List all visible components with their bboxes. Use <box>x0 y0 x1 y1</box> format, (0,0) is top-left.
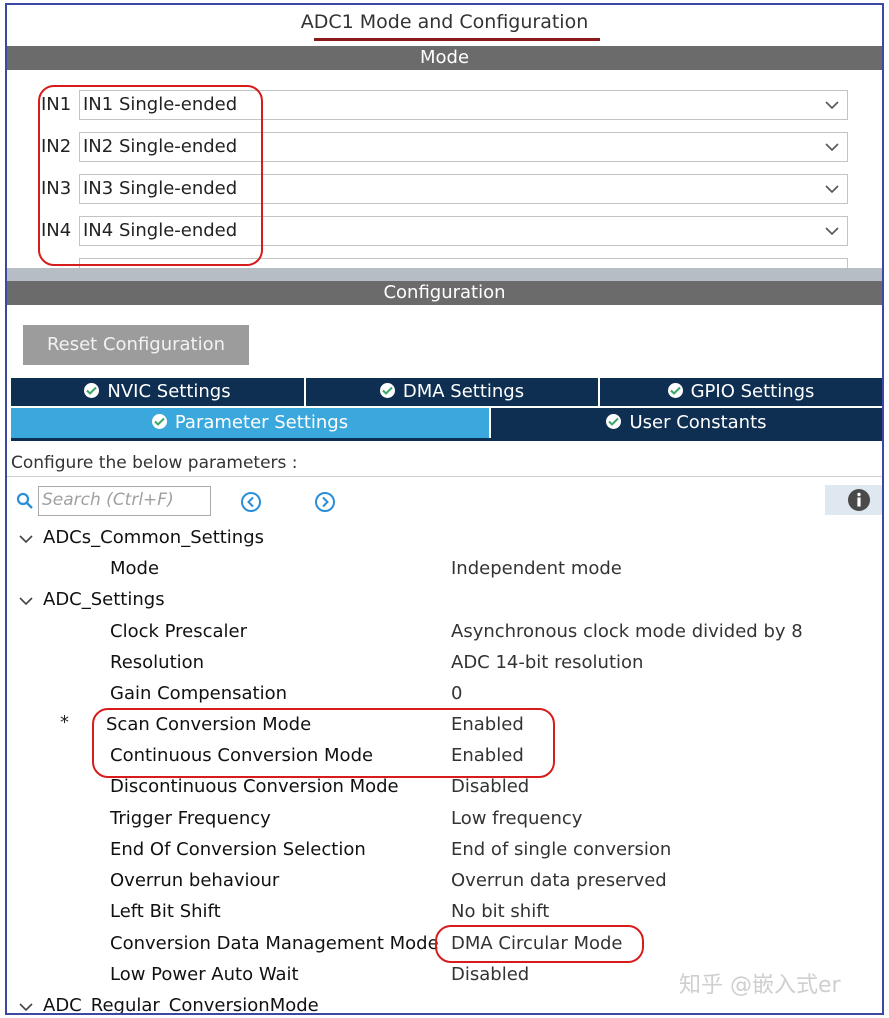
check-circle-icon <box>84 383 100 398</box>
param-value-trigger-frequency[interactable]: Low frequency <box>451 808 582 829</box>
param-value-clock-prescaler[interactable]: Asynchronous clock mode divided by 8 <box>451 621 803 642</box>
scrollbar[interactable] <box>882 525 884 1015</box>
param-value-overrun-behaviour[interactable]: Overrun data preserved <box>451 870 667 891</box>
tab-parameter-label: Parameter Settings <box>174 412 349 433</box>
chevron-down-icon[interactable] <box>19 533 33 545</box>
panel-title: ADC1 Mode and Configuration <box>300 11 589 33</box>
param-label-discontinuous-conversion-mode[interactable]: Discontinuous Conversion Mode <box>110 776 399 797</box>
tab-user-constants-label: User Constants <box>629 412 767 433</box>
param-value-gain-compensation[interactable]: 0 <box>451 683 462 704</box>
configure-hint: Configure the below parameters : <box>11 453 298 473</box>
annotation-circle-conversion-modes <box>92 708 555 778</box>
search-input-box[interactable] <box>38 486 211 516</box>
param-label-mode[interactable]: Mode <box>110 558 159 579</box>
mode-bar: Mode <box>7 46 882 70</box>
chevron-down-icon <box>825 185 839 194</box>
splitter[interactable] <box>7 268 882 281</box>
check-circle-icon <box>379 383 395 398</box>
tab-gpio-label: GPIO Settings <box>690 381 815 402</box>
param-label-low-power-auto-wait[interactable]: Low Power Auto Wait <box>110 964 299 985</box>
annotation-circle-dma-mode <box>435 925 644 963</box>
param-value-left-bit-shift[interactable]: No bit shift <box>451 901 549 922</box>
info-icon <box>848 489 870 511</box>
reset-configuration-button[interactable]: Reset Configuration <box>23 325 249 365</box>
annotation-circle-inputs <box>38 85 263 266</box>
param-label-end-of-conversion-selection[interactable]: End Of Conversion Selection <box>110 839 366 860</box>
param-value-resolution[interactable]: ADC 14-bit resolution <box>451 652 643 673</box>
search-input[interactable] <box>39 487 207 513</box>
param-label-trigger-frequency[interactable]: Trigger Frequency <box>110 808 271 829</box>
param-label-clock-prescaler[interactable]: Clock Prescaler <box>110 621 247 642</box>
param-value-discontinuous-conversion-mode[interactable]: Disabled <box>451 776 529 797</box>
adc1-config-panel: ADC1 Mode and Configuration Mode IN1 IN1… <box>5 3 884 1015</box>
tab-user-constants[interactable]: User Constants <box>491 408 882 438</box>
param-value-mode[interactable]: Independent mode <box>451 558 622 579</box>
tab-nvic-label: NVIC Settings <box>107 381 231 402</box>
info-button[interactable] <box>825 485 882 515</box>
check-circle-icon <box>667 383 683 398</box>
search-icon <box>16 492 33 509</box>
configuration-bar: Configuration <box>7 281 882 305</box>
chevron-down-icon[interactable] <box>19 595 33 607</box>
previous-match-icon[interactable] <box>240 491 262 513</box>
next-match-icon[interactable] <box>314 491 336 513</box>
check-circle-icon <box>151 414 167 429</box>
divider <box>7 476 882 477</box>
param-label-gain-compensation[interactable]: Gain Compensation <box>110 683 287 704</box>
tab-nvic-settings[interactable]: NVIC Settings <box>11 378 304 406</box>
tab-dma-label: DMA Settings <box>402 381 525 402</box>
chevron-down-icon <box>825 227 839 236</box>
tab-dma-settings[interactable]: DMA Settings <box>306 378 598 406</box>
section-adc-regular-conversion-mode[interactable]: ADC_Regular_ConversionMode <box>43 995 319 1013</box>
tab-underline <box>11 438 882 441</box>
param-value-end-of-conversion-selection[interactable]: End of single conversion <box>451 839 671 860</box>
watermark: 知乎 @嵌入式er <box>679 973 841 998</box>
chevron-down-icon <box>825 101 839 110</box>
param-label-conversion-data-management-mode[interactable]: Conversion Data Management Mode <box>110 933 439 954</box>
tab-parameter-settings[interactable]: Parameter Settings <box>11 408 489 438</box>
param-label-overrun-behaviour[interactable]: Overrun behaviour <box>110 870 279 891</box>
param-label-resolution[interactable]: Resolution <box>110 652 204 673</box>
modified-marker: * <box>60 712 69 733</box>
param-label-left-bit-shift[interactable]: Left Bit Shift <box>110 901 221 922</box>
tab-gpio-settings[interactable]: GPIO Settings <box>600 378 882 406</box>
section-adcs-common-settings[interactable]: ADCs_Common_Settings <box>43 527 264 548</box>
chevron-down-icon[interactable] <box>19 1001 33 1013</box>
section-adc-settings[interactable]: ADC_Settings <box>43 589 165 610</box>
title-underline <box>314 38 600 41</box>
check-circle-icon <box>606 414 622 429</box>
param-value-low-power-auto-wait[interactable]: Disabled <box>451 964 529 985</box>
chevron-down-icon <box>825 143 839 152</box>
